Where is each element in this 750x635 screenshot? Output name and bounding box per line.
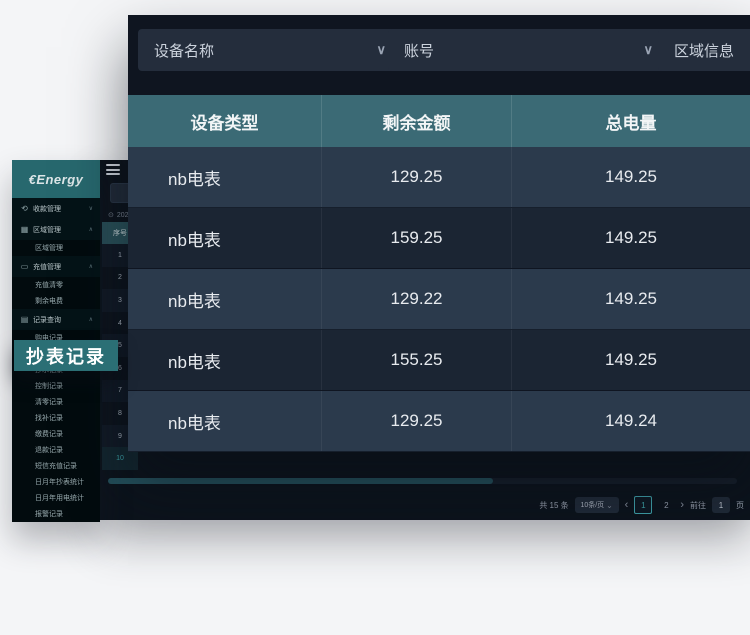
cell-device-type: nb电表 bbox=[128, 391, 322, 451]
page-button-1[interactable]: 1 bbox=[634, 496, 652, 514]
dropdown-label: 区域信息 bbox=[674, 40, 734, 61]
table-row: nb电表 129.25 149.25 bbox=[128, 147, 750, 208]
chevron-down-icon: ∨ bbox=[89, 205, 93, 212]
dropdown-label: 设备名称 bbox=[154, 40, 214, 61]
table-row: nb电表 129.22 149.25 bbox=[128, 269, 750, 330]
sidebar-item-alarm-records[interactable]: 报警记录 bbox=[12, 506, 100, 522]
chevron-down-icon: ∨ bbox=[376, 42, 386, 58]
sidebar-group-label: 记录查询 bbox=[33, 315, 61, 325]
column-header-device-type: 设备类型 bbox=[128, 95, 322, 147]
column-header-remaining-amount: 剩余金额 bbox=[322, 95, 512, 147]
clock-icon: ⊙ bbox=[108, 211, 114, 219]
table-header-row: 设备类型 剩余金额 总电量 bbox=[128, 95, 750, 147]
sidebar-group-label: 区域管理 bbox=[33, 225, 61, 235]
cell-remaining-amount: 129.22 bbox=[322, 269, 512, 329]
cell-device-type: nb电表 bbox=[128, 208, 322, 268]
sidebar-group-label: 收款管理 bbox=[33, 204, 61, 214]
cell-remaining-amount: 159.25 bbox=[322, 208, 512, 268]
chevron-down-icon: ∨ bbox=[643, 42, 653, 58]
cell-remaining-amount: 129.25 bbox=[322, 147, 512, 207]
cell-total-power: 149.24 bbox=[512, 391, 750, 451]
sidebar-group-record-query[interactable]: ▤ 记录查询 ∧ bbox=[12, 309, 100, 330]
column-header-total-power: 总电量 bbox=[512, 95, 750, 147]
chevron-up-icon: ∧ bbox=[89, 316, 93, 323]
chevron-up-icon: ∧ bbox=[89, 226, 93, 233]
chevron-up-icon: ∧ bbox=[89, 263, 93, 270]
cell-total-power: 149.25 bbox=[512, 208, 750, 268]
page-size-select[interactable]: 10条/页 ⌄ bbox=[575, 497, 619, 513]
table-row: nb电表 159.25 149.25 bbox=[128, 208, 750, 269]
cell-remaining-amount: 129.25 bbox=[322, 391, 512, 451]
doc-icon: ▤ bbox=[20, 315, 29, 324]
pagination: 共 15 条 10条/页 ⌄ ‹ 1 2 › 前往 页 bbox=[539, 496, 744, 514]
cell-device-type: nb电表 bbox=[128, 269, 322, 329]
dropdown-label: 账号 bbox=[404, 40, 434, 61]
cell-total-power: 149.25 bbox=[512, 269, 750, 329]
horizontal-scrollbar-track[interactable] bbox=[108, 478, 737, 484]
sidebar-group-region-mgmt[interactable]: ▦ 区域管理 ∧ bbox=[12, 219, 100, 240]
zoomed-table-panel: 设备名称 ∨ 账号 ∨ 区域信息 ∨ 设备类型 剩余金额 总电量 nb电表 12… bbox=[128, 15, 750, 452]
page-size-value: 10条/页 bbox=[580, 500, 604, 510]
card-icon: ▭ bbox=[20, 262, 29, 271]
cell-total-power: 149.25 bbox=[512, 147, 750, 207]
records-table: 设备类型 剩余金额 总电量 nb电表 129.25 149.25 nb电表 15… bbox=[128, 95, 750, 452]
pagination-total: 共 15 条 bbox=[539, 500, 568, 511]
chevron-down-icon: ⌄ bbox=[606, 501, 613, 510]
sidebar-item-refund-records[interactable]: 退款记录 bbox=[12, 442, 100, 458]
table-row: nb电表 155.25 149.25 bbox=[128, 330, 750, 391]
sidebar-item-adjustment-records[interactable]: 找补记录 bbox=[12, 410, 100, 426]
coin-icon: ⟲ bbox=[20, 204, 29, 213]
next-page-button[interactable]: › bbox=[680, 500, 684, 511]
device-name-dropdown[interactable]: 设备名称 ∨ bbox=[138, 29, 402, 71]
sidebar-group-recharge-mgmt[interactable]: ▭ 充值管理 ∧ bbox=[12, 256, 100, 277]
zoomed-meter-reading-label: 抄表记录 bbox=[14, 340, 118, 371]
sidebar-item-sms-recharge-records[interactable]: 短信充值记录 bbox=[12, 458, 100, 474]
sidebar-group-label: 充值管理 bbox=[33, 262, 61, 272]
menu-toggle-icon[interactable] bbox=[106, 164, 120, 175]
horizontal-scrollbar-thumb[interactable] bbox=[108, 478, 493, 484]
sidebar-item-remaining-fee[interactable]: 剩余电费 bbox=[12, 293, 100, 309]
prev-page-button[interactable]: ‹ bbox=[625, 500, 629, 511]
sidebar-item-power-usage-stats[interactable]: 日月年用电统计 bbox=[12, 490, 100, 506]
goto-suffix: 页 bbox=[736, 500, 744, 511]
cell-device-type: nb电表 bbox=[128, 330, 322, 390]
app-logo: €Energy bbox=[12, 160, 100, 198]
sidebar-item-control-records[interactable]: 控制记录 bbox=[12, 378, 100, 394]
building-icon: ▦ bbox=[20, 225, 29, 234]
sidebar-item-recharge-clear[interactable]: 充值清零 bbox=[12, 277, 100, 293]
table-row: nb电表 129.25 149.24 bbox=[128, 391, 750, 452]
page-button-2[interactable]: 2 bbox=[658, 497, 674, 513]
cell-remaining-amount: 155.25 bbox=[322, 330, 512, 390]
cell-device-type: nb电表 bbox=[128, 147, 322, 207]
date-value: 202 bbox=[117, 212, 129, 219]
sidebar-item-region-mgmt[interactable]: 区域管理 bbox=[12, 240, 100, 256]
sidebar-item-meter-reading-stats[interactable]: 日月年抄表统计 bbox=[12, 474, 100, 490]
cell-total-power: 149.25 bbox=[512, 330, 750, 390]
sidebar-item-payment-records[interactable]: 缴费记录 bbox=[12, 426, 100, 442]
goto-label: 前往 bbox=[690, 500, 706, 511]
goto-page-input[interactable] bbox=[712, 497, 730, 513]
sidebar-item-clear-records[interactable]: 清零记录 bbox=[12, 394, 100, 410]
region-info-dropdown[interactable]: 区域信息 ∨ bbox=[658, 29, 750, 71]
sidebar-group-payment-mgmt[interactable]: ⟲ 收款管理 ∨ bbox=[12, 198, 100, 219]
account-dropdown[interactable]: 账号 ∨ bbox=[388, 29, 669, 71]
screenshot-stage: 实时抄表 ⊙ 202 序号 1 2 3 4 5 6 7 8 9 10 共 15 … bbox=[0, 0, 750, 635]
